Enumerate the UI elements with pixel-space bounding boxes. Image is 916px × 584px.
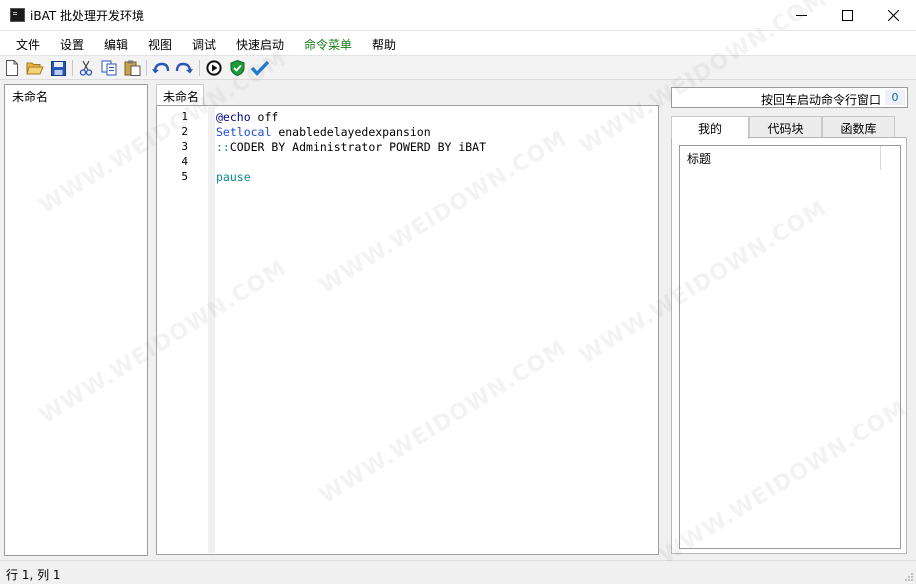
code-line[interactable]: pause	[216, 170, 251, 184]
close-button[interactable]	[870, 0, 916, 30]
redo-icon	[175, 62, 193, 74]
new-file-button[interactable]	[3, 59, 21, 77]
snippet-list[interactable]: 标题	[679, 145, 901, 549]
app-terminal-icon	[10, 8, 25, 22]
status-bar: 行 1, 列 1	[0, 560, 916, 584]
code-line[interactable]: @echo off	[216, 110, 278, 124]
code-token: enabledelayedexpansion	[271, 125, 431, 139]
code-token: @echo	[216, 110, 251, 124]
command-launch-label: 按回车启动命令行窗口	[760, 93, 881, 107]
cut-icon	[79, 60, 93, 76]
check-syntax-button[interactable]	[228, 59, 246, 77]
column-divider[interactable]	[880, 146, 881, 170]
maximize-icon	[841, 9, 853, 21]
open-folder-button[interactable]	[26, 59, 44, 77]
code-line[interactable]: ::CODER BY Administrator POWERD BY iBAT	[216, 140, 486, 154]
menu-settings[interactable]: 设置	[60, 36, 84, 53]
copy-icon	[101, 60, 117, 76]
shield-check-icon	[230, 60, 244, 76]
right-panel: 标题	[671, 137, 907, 554]
redo-button[interactable]	[175, 59, 193, 77]
line-number: 2	[181, 125, 188, 138]
code-token: pause	[216, 170, 251, 184]
column-header-title[interactable]: 标题	[687, 150, 711, 167]
paste-button[interactable]	[123, 59, 141, 77]
fold-margin	[208, 107, 215, 553]
minimize-button[interactable]	[778, 0, 824, 30]
checkmark-icon	[251, 60, 269, 76]
menu-help[interactable]: 帮助	[372, 36, 396, 53]
open-folder-icon	[26, 62, 44, 74]
command-launch-box[interactable]: 按回车启动命令行窗口 0	[671, 87, 908, 108]
menu-bar: 文件 设置 编辑 视图 调试 快速启动 命令菜单 帮助	[0, 31, 916, 56]
maximize-button[interactable]	[824, 0, 870, 30]
command-count-badge: 0	[885, 90, 905, 105]
resize-grip-icon[interactable]	[904, 572, 914, 582]
minimize-icon	[795, 14, 807, 16]
editor-tab[interactable]: 未命名	[156, 84, 204, 106]
run-button[interactable]	[205, 59, 223, 77]
code-area[interactable]: @echo off Setlocal enabledelayedexpansion…	[215, 107, 657, 553]
tab-code-blocks[interactable]: 代码块	[749, 116, 822, 138]
line-number: 1	[181, 110, 188, 123]
window-title: iBAT 批处理开发环境	[30, 9, 144, 23]
code-token: CODER BY Administrator POWERD BY iBAT	[229, 140, 487, 154]
confirm-button[interactable]	[251, 59, 269, 77]
code-token: off	[250, 110, 279, 124]
code-editor[interactable]: 1 2 3 4 5 @echo off Setlocal enabledelayedexp…	[156, 105, 659, 555]
code-token: Setlocal	[216, 125, 272, 139]
save-icon	[50, 60, 66, 76]
menu-quick-launch[interactable]: 快速启动	[236, 36, 284, 53]
tab-mine[interactable]: 我的	[671, 116, 749, 139]
code-token: ::	[216, 140, 230, 154]
paste-icon	[124, 60, 140, 76]
line-number: 3	[181, 140, 188, 153]
code-line[interactable]: Setlocal enabledelayedexpansion	[216, 125, 431, 139]
tab-function-library[interactable]: 函数库	[822, 116, 895, 138]
cut-button[interactable]	[77, 59, 95, 77]
menu-file[interactable]: 文件	[16, 36, 40, 53]
toolbar	[0, 56, 916, 80]
line-number: 4	[181, 155, 188, 168]
menu-debug[interactable]: 调试	[192, 36, 216, 53]
close-icon	[887, 9, 899, 21]
menu-view[interactable]: 视图	[148, 36, 172, 53]
menu-edit[interactable]: 编辑	[104, 36, 128, 53]
run-icon	[206, 60, 222, 76]
line-number-gutter: 1 2 3 4 5	[158, 107, 208, 553]
file-list-panel: 未命名	[4, 84, 148, 556]
cursor-position: 行 1, 列 1	[6, 568, 61, 582]
undo-icon	[152, 62, 170, 74]
line-number: 5	[181, 170, 188, 183]
copy-button[interactable]	[100, 59, 118, 77]
new-file-icon	[6, 60, 18, 76]
undo-button[interactable]	[152, 59, 170, 77]
save-button[interactable]	[49, 59, 67, 77]
title-bar: iBAT 批处理开发环境	[0, 0, 916, 31]
menu-commands[interactable]: 命令菜单	[304, 36, 352, 53]
file-list-item[interactable]: 未命名	[12, 88, 48, 105]
